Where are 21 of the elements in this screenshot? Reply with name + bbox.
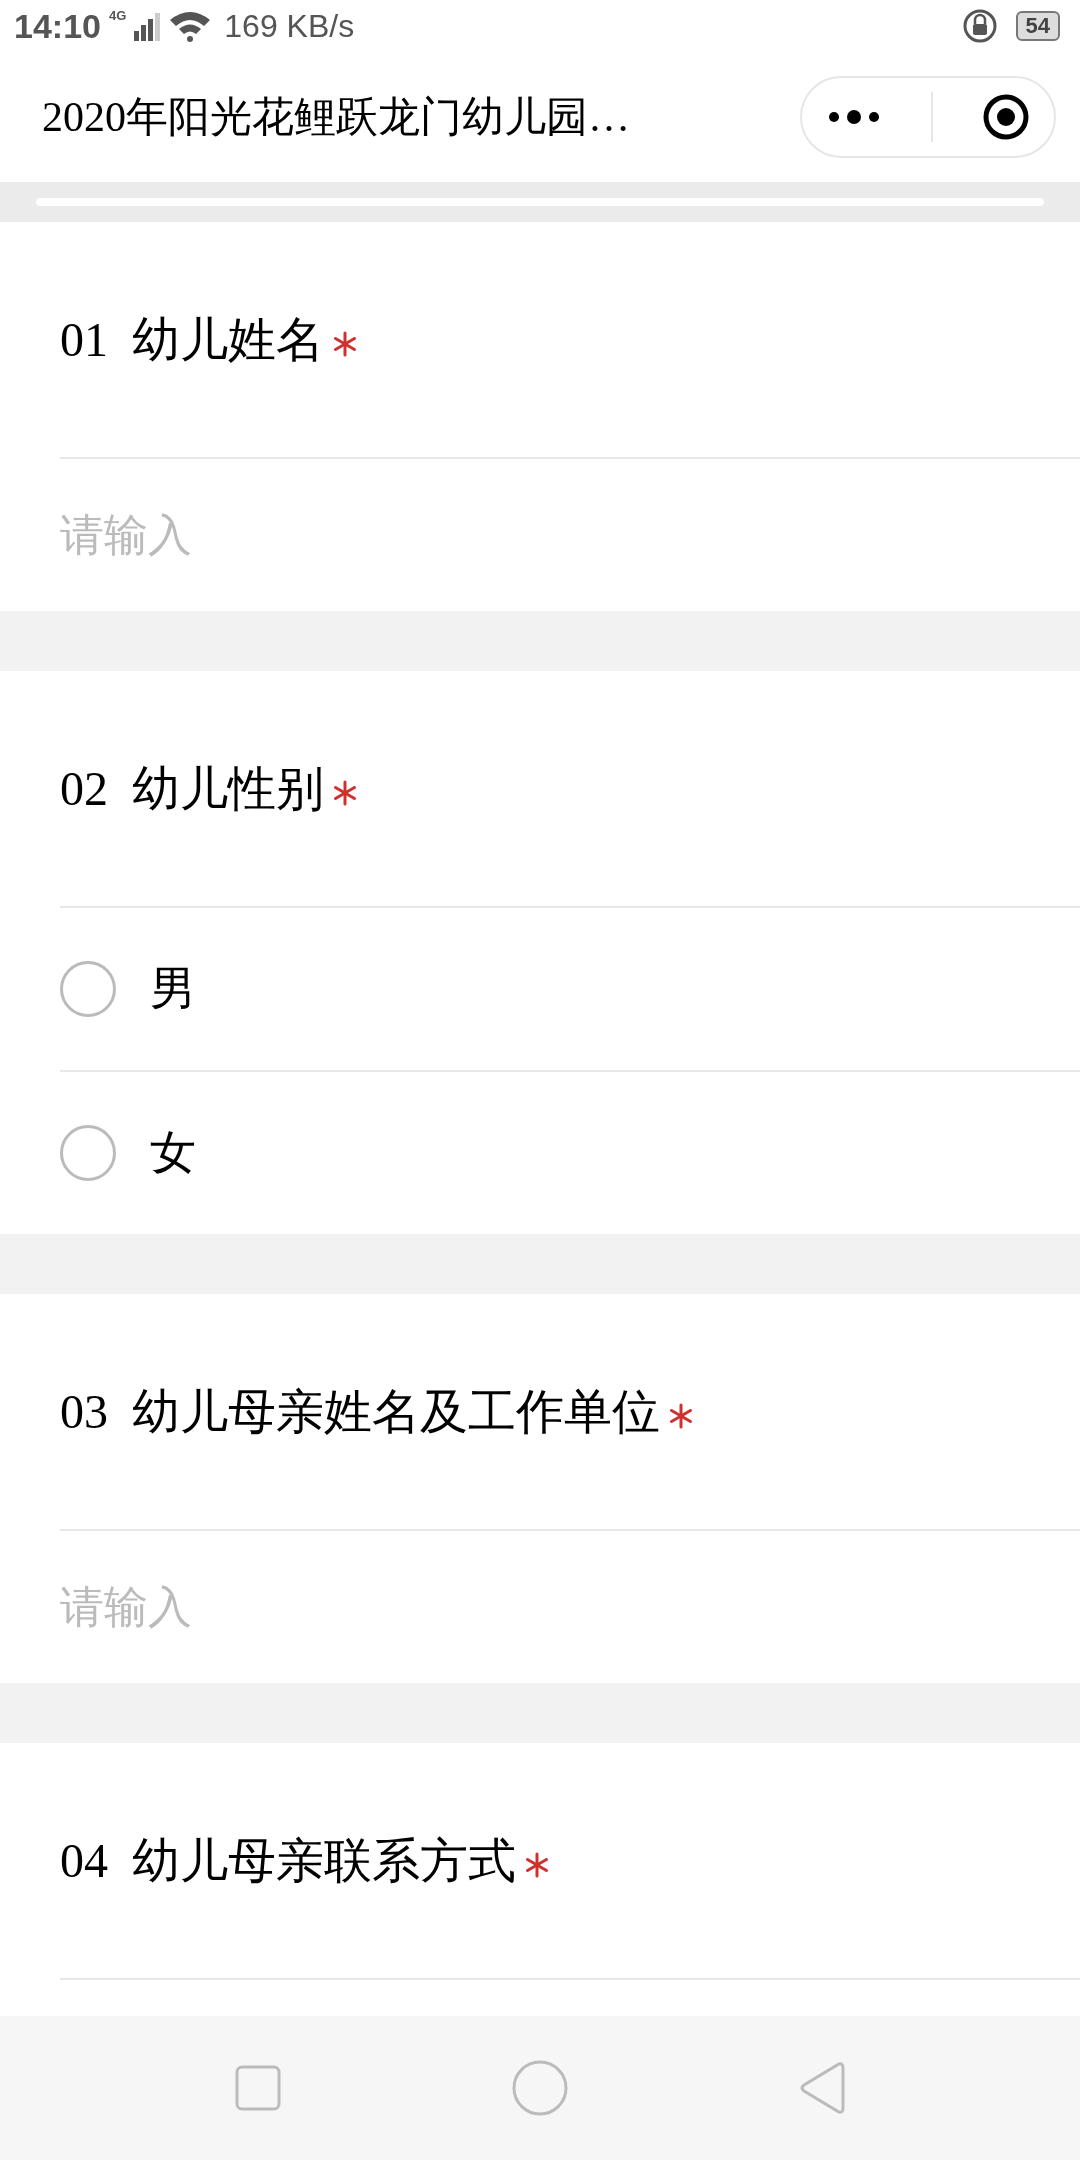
status-time: 14:10	[14, 6, 101, 46]
question-title: 03 幼儿母亲姓名及工作单位	[60, 1383, 660, 1440]
recent-apps-icon[interactable]	[235, 2065, 282, 2111]
question-title: 04 幼儿母亲联系方式	[60, 1832, 516, 1889]
option-label[interactable]: 女	[150, 1122, 196, 1184]
page-title: 2020年阳光花鲤跃龙门幼儿园…	[42, 93, 631, 142]
input-field[interactable]: 请输入	[60, 1581, 660, 1633]
radio-button[interactable]	[60, 961, 116, 1017]
back-icon[interactable]	[798, 2061, 845, 2115]
option-label[interactable]: 男	[150, 958, 196, 1020]
question-title: 02 幼儿性别	[60, 760, 324, 817]
signal-icon	[134, 11, 161, 41]
wifi-icon	[168, 10, 213, 42]
network-speed: 169 KB/s	[224, 7, 355, 45]
input-field[interactable]: 请输入	[60, 509, 660, 561]
home-icon[interactable]	[512, 2060, 568, 2116]
question-title: 01 幼儿姓名	[60, 311, 324, 368]
network-type: 4G	[108, 8, 127, 23]
radio-button[interactable]	[60, 1125, 116, 1181]
battery-level: 54	[1015, 11, 1060, 41]
rotation-lock-icon	[961, 8, 998, 44]
